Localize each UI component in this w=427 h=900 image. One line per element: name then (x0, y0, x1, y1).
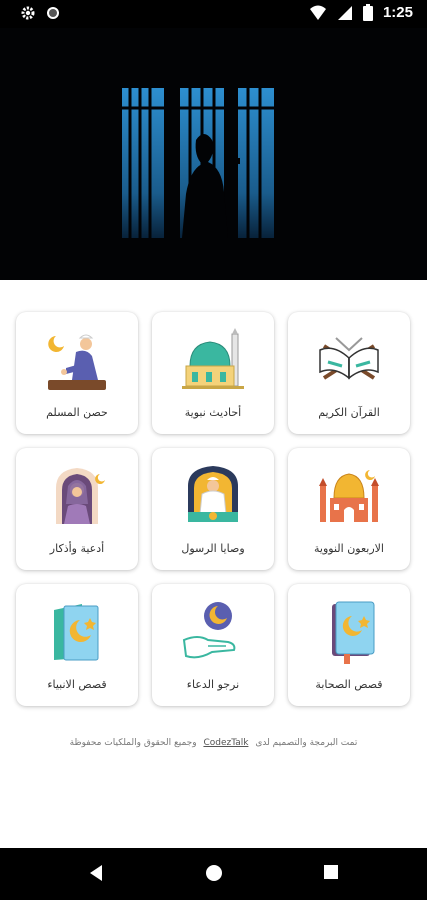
card-dua[interactable]: نرجو الدعاء (152, 584, 274, 706)
menu-grid: القرآن الكريم أحاديث نبوية حصن المسلم ال… (16, 312, 411, 707)
back-icon[interactable] (88, 864, 104, 882)
card-label: نرجو الدعاء (186, 678, 240, 691)
card-wasaya[interactable]: وصايا الرسول (152, 448, 274, 570)
circle-icon (47, 7, 59, 19)
card-label: وصايا الرسول (181, 542, 245, 555)
praying-man-icon (48, 334, 106, 390)
card-arbaoon[interactable]: الاربعون النووية (288, 448, 410, 570)
settings-icon (21, 6, 35, 20)
card-label: قصص الانبياء (47, 678, 107, 691)
card-label: أحاديث نبوية (184, 406, 242, 419)
card-hisn[interactable]: حصن المسلم (16, 312, 138, 434)
mosque-icon (319, 470, 379, 522)
card-label: قصص الصحابة (315, 678, 383, 691)
footer-prefix: تمت البرمجة والتصميم لدى (255, 738, 358, 748)
recents-icon[interactable] (323, 864, 339, 880)
footer-credits: تمت البرمجة والتصميم لدى CodezTalk وجميع… (0, 738, 427, 748)
clock: 1:25 (382, 4, 413, 21)
card-label: الاربعون النووية (314, 542, 384, 555)
hero-image (0, 28, 427, 280)
card-quran[interactable]: القرآن الكريم (288, 312, 410, 434)
praying-silhouette-image (0, 28, 427, 280)
imam-mihrab-icon (188, 466, 238, 522)
praying-woman-icon (56, 468, 105, 524)
card-label: حصن المسلم (46, 406, 108, 419)
card-label: القرآن الكريم (318, 406, 380, 419)
card-label: أدعية وأذكار (49, 542, 105, 555)
status-bar: 1:25 (0, 0, 427, 28)
hand-crescent-icon (182, 602, 236, 659)
battery-icon (362, 4, 373, 21)
card-crescent-icon (54, 604, 99, 661)
book-crescent-icon (332, 601, 375, 664)
card-sahaba[interactable]: قصص الصحابة (288, 584, 410, 706)
signal-icon (337, 5, 352, 20)
wifi-icon (309, 5, 326, 20)
quran-book-icon (319, 337, 379, 380)
navigation-bar (0, 848, 427, 900)
mosque-dome-icon (182, 328, 244, 389)
card-hadith[interactable]: أحاديث نبوية (152, 312, 274, 434)
home-icon[interactable] (205, 864, 223, 882)
card-adeya[interactable]: أدعية وأذكار (16, 448, 138, 570)
footer-suffix: وجميع الحقوق والملكيات محفوظة (69, 738, 197, 748)
brand-link[interactable]: CodezTalk (203, 738, 248, 748)
card-anbiya[interactable]: قصص الانبياء (16, 584, 138, 706)
